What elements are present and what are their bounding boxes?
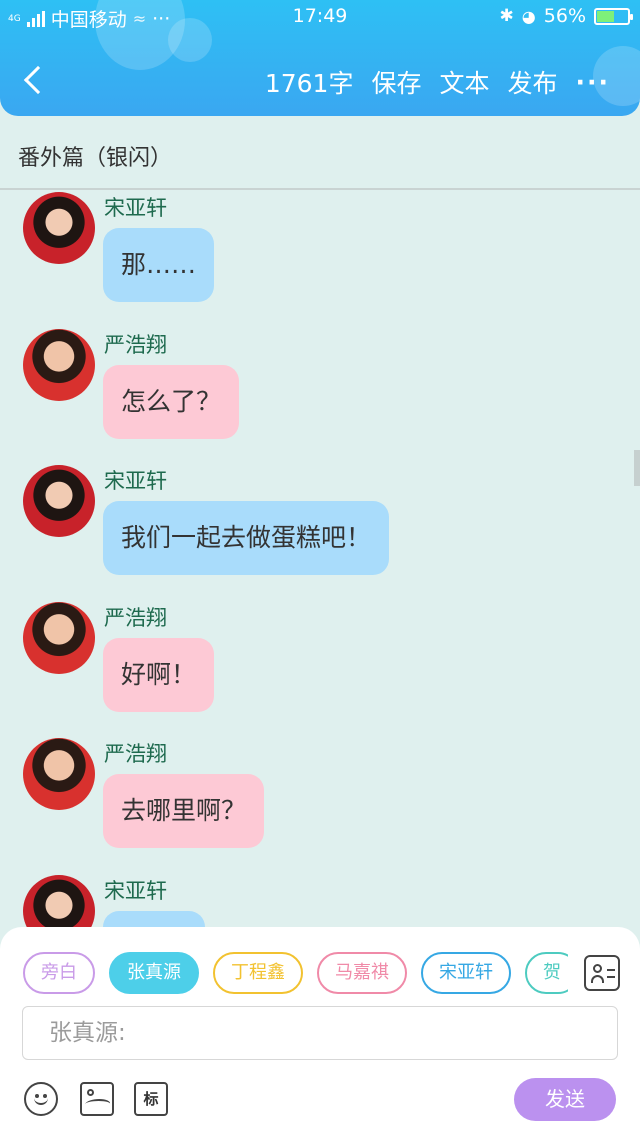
scrollbar[interactable]: [634, 450, 640, 486]
avatar[interactable]: [23, 601, 95, 674]
contact-body-shape: [591, 975, 604, 983]
headset-icon: ◕: [521, 6, 536, 26]
message-bubble[interactable]: 怎么了？: [103, 364, 240, 439]
message-row: 宋亚轩: [0, 874, 640, 927]
character-chip[interactable]: 贺: [525, 952, 568, 994]
send-button[interactable]: 发送: [514, 1078, 616, 1121]
speaker-name: 严浩翔: [104, 742, 167, 766]
character-chip[interactable]: 马嘉祺: [317, 952, 407, 994]
character-chip[interactable]: 旁白: [23, 952, 95, 994]
image-sun: [87, 1089, 94, 1096]
avatar[interactable]: [23, 874, 95, 927]
bluetooth-icon: ✱: [499, 6, 514, 26]
message-row: 严浩翔去哪里啊？: [0, 738, 640, 875]
message-row: 宋亚轩那……: [0, 192, 640, 329]
message-row: 严浩翔怎么了？: [0, 328, 640, 466]
character-chip[interactable]: 宋亚轩: [421, 952, 511, 994]
message-bubble[interactable]: [103, 910, 205, 927]
composer-panel: 旁白 张真源 丁程鑫 马嘉祺 宋亚轩贺 张真源: 标 发送: [0, 927, 640, 1138]
message-bubble[interactable]: 那……: [103, 228, 215, 302]
avatar[interactable]: [23, 738, 95, 810]
save-button[interactable]: 保存: [371, 64, 421, 100]
emoji-button[interactable]: [24, 1082, 58, 1116]
message-bubble[interactable]: 好啊！: [103, 637, 215, 712]
speaker-name: 宋亚轩: [104, 469, 167, 493]
image-button[interactable]: [80, 1082, 114, 1116]
speaker-name: 严浩翔: [104, 332, 167, 357]
battery-icon: [594, 7, 633, 25]
speaker-name: 宋亚轩: [104, 878, 167, 903]
text-button[interactable]: 文本: [439, 64, 489, 100]
message-list[interactable]: 宋亚轩 那…… 严浩翔 怎么了？ 宋亚轩 我们一起去做蛋糕吧！ 严浩翔 好啊！ 严浩翔 去哪里啊？…: [0, 192, 640, 927]
contact-head-shape: [593, 964, 602, 973]
back-button[interactable]: [22, 62, 46, 98]
contacts-button[interactable]: [584, 955, 620, 991]
speaker-name: 严浩翔: [104, 605, 167, 630]
avatar[interactable]: [23, 192, 95, 264]
message-bubble[interactable]: 去哪里啊？: [103, 774, 265, 848]
emoji-mouth: [34, 1097, 48, 1105]
header-actions: 1761字 保存 文本 发布 ···: [247, 64, 610, 100]
avatar[interactable]: [23, 328, 95, 401]
publish-button[interactable]: 发布: [507, 64, 557, 100]
image-hill: [83, 1099, 112, 1109]
title-bar: 番外篇（银闪）: [0, 118, 640, 190]
character-chip[interactable]: 张真源: [109, 952, 199, 994]
status-bar: 4G 中国移动 ≈ ··· 17:49 ✱ ◕ 56%: [0, 0, 640, 34]
message-row: 严浩翔好啊！: [0, 601, 640, 739]
message-input[interactable]: 张真源:: [22, 1006, 618, 1060]
battery-percent: 56%: [543, 5, 586, 27]
more-options-button[interactable]: ···: [576, 68, 611, 97]
story-title[interactable]: 番外篇（银闪）: [18, 140, 172, 172]
contact-line: [607, 976, 615, 978]
message-row: 宋亚轩我们一起去做蛋糕吧！: [0, 465, 640, 602]
character-chips: 旁白 张真源 丁程鑫 马嘉祺 宋亚轩贺: [23, 952, 568, 994]
character-chip[interactable]: 丁程鑫: [213, 952, 303, 994]
speaker-name: 宋亚轩: [104, 196, 167, 220]
app-header: 4G 中国移动 ≈ ··· 17:49 ✱ ◕ 56% 1761字 保存 文本 …: [0, 0, 640, 116]
word-count: 1761字: [264, 69, 354, 98]
avatar[interactable]: [23, 465, 95, 537]
mark-button[interactable]: 标: [134, 1082, 168, 1116]
message-bubble[interactable]: 我们一起去做蛋糕吧！: [103, 501, 390, 575]
contact-line: [607, 969, 615, 971]
